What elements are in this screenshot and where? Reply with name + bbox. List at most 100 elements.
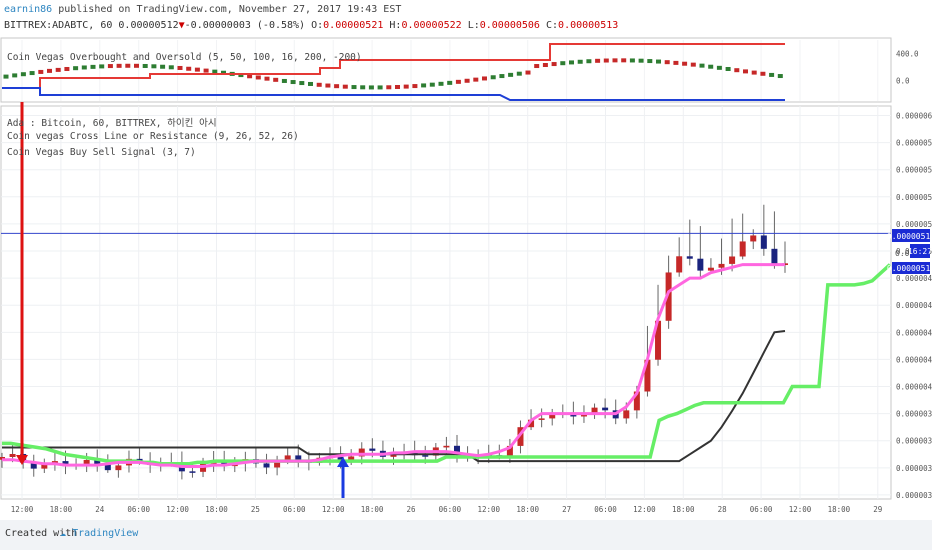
- obos-bar: [168, 65, 174, 70]
- obos-indicator-label: Coin Vegas Overbought and Oversold (5, 5…: [7, 52, 362, 63]
- obos-bar: [629, 58, 635, 63]
- obos-bar: [673, 60, 679, 65]
- candle-body: [369, 448, 376, 451]
- obos-bar: [534, 64, 540, 69]
- candle-body: [602, 407, 609, 411]
- current-price-badge: 0.00000512: [887, 262, 932, 274]
- x-tick-label: 06:00: [127, 505, 150, 514]
- x-tick-label: 18:00: [516, 505, 539, 514]
- candle-body: [771, 248, 778, 266]
- obos-bar: [760, 71, 766, 76]
- obos-bar: [447, 80, 453, 85]
- candle-body: [189, 471, 196, 473]
- obos-bar: [203, 68, 209, 73]
- obos-bar: [464, 78, 470, 83]
- obos-bar: [186, 66, 192, 71]
- y-tick-label: 0.00000320: [896, 491, 932, 500]
- obos-bar: [342, 84, 348, 89]
- y-tick-label: 0.00000520: [896, 220, 932, 229]
- obos-bar: [281, 78, 287, 83]
- main-indicator-label-2: Coin vegas Cross Line or Resistance (9, …: [7, 131, 299, 142]
- candle-body: [750, 235, 757, 242]
- x-tick-label: 24: [95, 505, 105, 514]
- x-tick-label: 12:00: [166, 505, 189, 514]
- obos-bar: [690, 62, 696, 67]
- y-tick-label: 0.00000460: [896, 301, 932, 310]
- x-tick-label: 12:00: [633, 505, 656, 514]
- obos-bar: [569, 60, 574, 65]
- obos-bar: [134, 63, 139, 68]
- candle-body: [707, 267, 714, 271]
- obos-bar: [516, 71, 522, 76]
- obos-bar: [551, 62, 557, 67]
- candle-body: [697, 258, 704, 271]
- obos-bar: [586, 59, 592, 64]
- obos-bar: [142, 63, 148, 68]
- obos-bar: [603, 58, 609, 63]
- obos-bar: [716, 65, 722, 70]
- obos-bar: [386, 85, 392, 90]
- candle-body: [676, 256, 683, 273]
- y-tick-label: 0.00000480: [896, 274, 932, 283]
- x-tick-label: 12:00: [11, 505, 34, 514]
- candle-body: [686, 256, 693, 259]
- obos-bar: [316, 82, 322, 87]
- obos-bar: [47, 68, 52, 73]
- obos-bar: [160, 64, 166, 69]
- last-price-badge: 0.00000513: [887, 229, 932, 242]
- obos-bar: [508, 72, 514, 77]
- obos-bar: [429, 82, 435, 87]
- obos-bar: [308, 81, 313, 86]
- obos-bar: [273, 77, 279, 82]
- footer-brand-link[interactable]: ☁ TradingView: [60, 528, 138, 539]
- y-tick-label: 0.00000400: [896, 383, 932, 392]
- obos-bar: [64, 66, 70, 71]
- obos-bar: [12, 73, 18, 78]
- obos-bar: [664, 60, 670, 65]
- candle-body: [115, 465, 122, 471]
- candle-body: [718, 263, 725, 268]
- y-tick-label: 0.00000540: [896, 193, 932, 202]
- obos-bar: [769, 72, 775, 77]
- obos-bar: [473, 77, 479, 82]
- x-tick-label: 12:00: [322, 505, 345, 514]
- candle-body: [729, 256, 736, 264]
- main-x-axis: 12:00 18:00 24 06:00 12:00 18:00 25 06:00 12:00 1…: [11, 505, 883, 514]
- y-tick-label: 0.00000380: [896, 410, 932, 419]
- obos-bar: [177, 65, 183, 70]
- obos-bar: [403, 84, 409, 89]
- x-tick-label: 27: [562, 505, 571, 514]
- x-tick-label: 28: [718, 505, 728, 514]
- obos-bar: [264, 76, 270, 81]
- y-tick-label: 0.00000560: [896, 166, 932, 175]
- obos-bar: [577, 59, 583, 64]
- obos-bar: [482, 76, 487, 81]
- y-tick-label: 0.00000600: [896, 111, 932, 120]
- obos-bar: [560, 61, 566, 66]
- obos-bar: [3, 74, 9, 79]
- footer-bar: [0, 520, 932, 550]
- obos-bar: [412, 84, 418, 89]
- obos-bar: [708, 64, 714, 69]
- obos-bar: [107, 64, 113, 69]
- obos-bar: [525, 70, 531, 75]
- obos-bar: [656, 59, 661, 64]
- obos-bar: [490, 75, 496, 80]
- obos-bar: [99, 64, 105, 69]
- candle-body: [739, 241, 746, 257]
- obos-bar: [777, 74, 783, 79]
- x-tick-label: 18:00: [828, 505, 851, 514]
- y-tick-label: 0.00000580: [896, 139, 932, 148]
- obos-bar: [125, 63, 131, 68]
- candle-body: [263, 463, 270, 468]
- obos-bar: [647, 59, 653, 64]
- obos-y-axis: 400.0 0.0: [896, 50, 919, 86]
- countdown-badge: 16:27: [908, 244, 932, 258]
- candle-body: [422, 455, 429, 457]
- y-tick-label: 0.00000440: [896, 328, 932, 337]
- candle-body: [538, 418, 545, 420]
- candle-body: [9, 453, 16, 457]
- obos-bar: [377, 85, 383, 90]
- x-tick-label: 06:00: [283, 505, 306, 514]
- obos-bar: [421, 83, 427, 88]
